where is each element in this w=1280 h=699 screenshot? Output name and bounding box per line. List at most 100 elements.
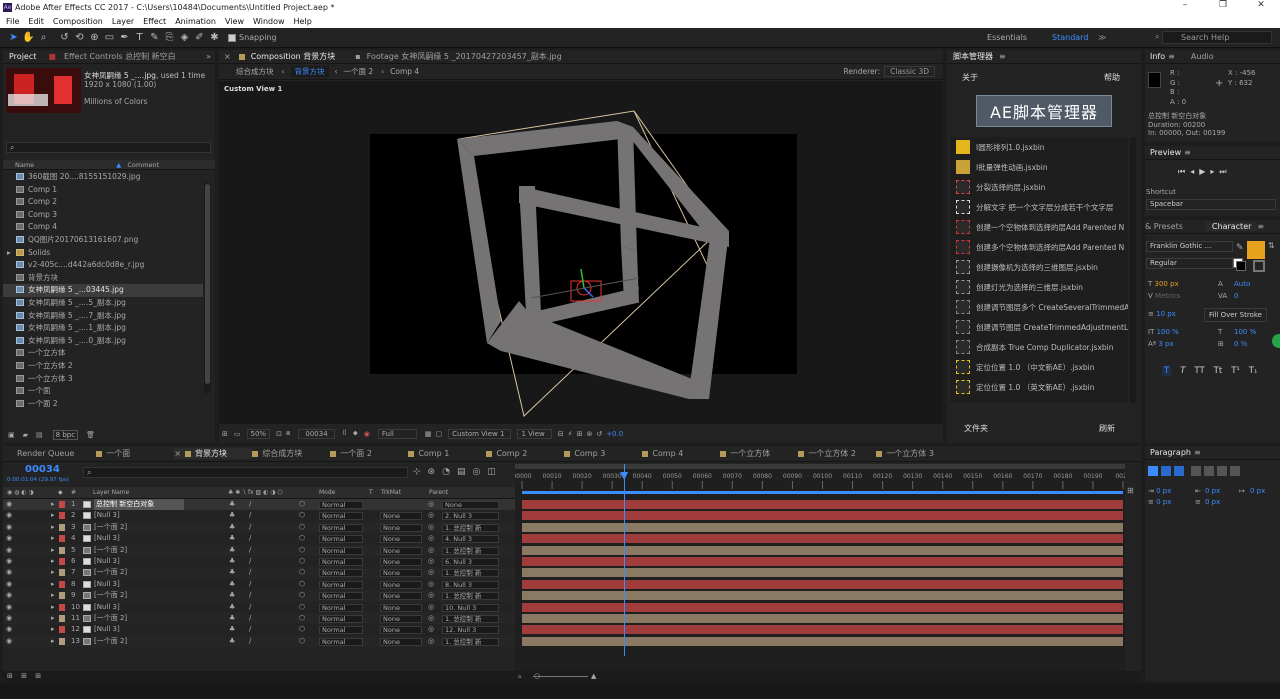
rectangle-tool-icon[interactable]: ▭ xyxy=(102,30,117,45)
close-tab-icon[interactable]: × xyxy=(174,449,181,458)
layer-duration-bar[interactable] xyxy=(522,568,1123,578)
y-axis-handle[interactable] xyxy=(580,268,585,289)
timeline-tab[interactable]: Comp 2 xyxy=(486,449,564,458)
parent-select[interactable]: 12. Null 3 xyxy=(442,626,499,635)
zoom-out-icon[interactable]: ▵ xyxy=(518,671,522,681)
workspace-standard[interactable]: Standard xyxy=(1052,33,1088,42)
crumb-2[interactable]: 一个面 2 xyxy=(344,66,374,77)
label-swatch[interactable] xyxy=(59,637,65,645)
layer-duration-bar[interactable] xyxy=(522,534,1123,544)
timeline-tab[interactable]: 一个面 xyxy=(96,448,174,459)
vertical-scale-value[interactable]: 100 % xyxy=(1157,328,1179,336)
bpc-toggle[interactable]: 8 bpc xyxy=(52,429,79,440)
timeline-tab[interactable]: × 背景方块 xyxy=(174,448,253,459)
blend-mode-select[interactable]: Normal xyxy=(319,558,363,566)
script-item[interactable]: 创建调节图层 CreateTrimmedAdjustmentLay xyxy=(950,317,1128,337)
project-search-input[interactable]: ⌕ xyxy=(6,142,211,153)
shy-switch-icon[interactable]: ♣ xyxy=(229,522,235,533)
blend-mode-select[interactable]: Normal xyxy=(319,637,363,646)
shy-switch-icon[interactable]: ♣ xyxy=(229,556,235,567)
brush-tool-icon[interactable]: ✎ xyxy=(147,30,162,45)
visibility-eye-icon[interactable]: ◉ xyxy=(6,567,12,578)
close-comp-tab-icon[interactable]: × xyxy=(224,52,231,61)
pick-whip-icon[interactable]: ◎ xyxy=(428,545,434,556)
motion-blur-icon[interactable]: ◎ xyxy=(472,467,487,477)
3d-layer-switch-icon[interactable]: ⬡ xyxy=(299,613,305,624)
layer-row[interactable]: ◉ ▸ 4 [Null 3] ♣ ∕ ⬡ Normal None ◎ 4. Null 3 xyxy=(3,533,518,545)
pick-whip-icon[interactable]: ◎ xyxy=(428,533,434,544)
expand-arrow-icon[interactable]: ▸ xyxy=(51,499,55,510)
shy-switch-icon[interactable]: ♣ xyxy=(229,602,235,613)
project-item[interactable]: Comp 4 xyxy=(3,221,203,234)
snapping-checkbox[interactable] xyxy=(228,33,236,42)
pick-whip-icon[interactable]: ◎ xyxy=(428,602,434,613)
layer-switches-icon[interactable]: ⊞ xyxy=(7,672,13,680)
refresh-button[interactable]: 刷新 xyxy=(1099,423,1115,434)
project-item[interactable]: Comp 2 xyxy=(3,196,203,209)
timeline-tab[interactable]: Comp 1 xyxy=(408,449,486,458)
puppet-pin-tool-icon[interactable]: ✱ xyxy=(207,30,222,45)
align-center-icon[interactable] xyxy=(1161,466,1171,476)
shy-switch-icon[interactable]: ♣ xyxy=(229,624,235,635)
timeline-icon[interactable]: ⊞ xyxy=(577,430,583,438)
tab-composition[interactable]: Composition 背景方块 xyxy=(245,51,342,62)
shy-switch-icon[interactable]: ♣ xyxy=(229,545,235,556)
small-caps-button[interactable]: Tt xyxy=(1214,366,1223,376)
renderer-select[interactable]: Classic 3D xyxy=(884,66,935,77)
parent-select[interactable]: 1. 总控制 新 xyxy=(442,592,499,601)
expand-arrow-icon[interactable]: ▸ xyxy=(51,510,55,521)
menu-help[interactable]: Help xyxy=(294,17,312,26)
script-item[interactable]: 创建灯光为选择的三维层.jsxbin xyxy=(950,277,1128,297)
parent-select[interactable]: 10. Null 3 xyxy=(442,603,499,612)
new-folder-icon[interactable]: ▰ xyxy=(23,431,28,439)
trash-icon[interactable]: 🗑 xyxy=(86,431,95,439)
menu-animation[interactable]: Animation xyxy=(175,17,216,26)
project-item[interactable]: 一个面 2 xyxy=(3,398,203,411)
tab-script-manager[interactable]: 脚本管理器 xyxy=(947,51,999,62)
quality-switch-icon[interactable]: ∕ xyxy=(249,590,251,601)
current-time-field[interactable]: 00034 xyxy=(298,428,335,439)
first-frame-icon[interactable]: ⏮ xyxy=(1178,167,1190,176)
3d-layer-switch-icon[interactable]: ⬡ xyxy=(299,522,305,533)
project-item[interactable]: 女神凤嗣缘 5 _....7_副本.jpg xyxy=(3,310,203,323)
fill-color-swatch[interactable] xyxy=(1247,241,1265,259)
shy-switch-icon[interactable]: ♣ xyxy=(229,636,235,647)
parent-select[interactable]: 8. Null 3 xyxy=(442,580,499,589)
flowchart-icon[interactable]: ⊛ xyxy=(586,430,592,438)
comp-button-icon[interactable]: ⊞ xyxy=(1127,486,1135,498)
in-out-icon[interactable]: ⊞ xyxy=(35,672,41,680)
tab-paragraph[interactable]: Paragraph xyxy=(1145,448,1194,457)
hand-tool-icon[interactable]: ✋ xyxy=(21,30,36,45)
3d-layer-switch-icon[interactable]: ⬡ xyxy=(299,533,305,544)
panel-menu-icon[interactable]: ≡ xyxy=(1184,148,1191,157)
shy-switch-icon[interactable]: ♣ xyxy=(229,510,235,521)
layer-row[interactable]: ◉ ▸ 3 [一个面 2] ♣ ∕ ⬡ Normal None ◎ 1. 总控制 新 xyxy=(3,521,518,534)
expand-arrow-icon[interactable]: ▸ xyxy=(51,624,55,635)
label-swatch[interactable] xyxy=(59,558,65,565)
layer-row[interactable]: ◉ ▸ 9 [一个面 2] ♣ ∕ ⬡ Normal None ◎ 1. 总控制 新 xyxy=(3,590,518,602)
3d-view-select[interactable]: Custom View 1 xyxy=(448,428,512,439)
pen-tool-icon[interactable]: ✒ xyxy=(117,30,132,45)
tsume-value[interactable]: 0 % xyxy=(1234,338,1247,350)
track-matte-select[interactable]: None xyxy=(380,615,422,623)
safe-zones-icon[interactable]: ⧈ xyxy=(286,429,290,438)
timeline-tab[interactable]: Comp 3 xyxy=(564,449,642,458)
visibility-eye-icon[interactable]: ◉ xyxy=(6,624,12,635)
pick-whip-icon[interactable]: ◎ xyxy=(428,590,434,601)
layer-name[interactable]: [Null 3] xyxy=(94,624,120,635)
visibility-eye-icon[interactable]: ◉ xyxy=(6,602,12,613)
layer-duration-bar[interactable] xyxy=(522,500,1123,509)
layer-name[interactable]: 总控制 新空白对象 xyxy=(94,499,185,511)
project-scrollbar[interactable] xyxy=(204,183,211,393)
track-matte-select[interactable]: None xyxy=(380,512,422,521)
zoom-tool-icon[interactable]: ⌕ xyxy=(36,30,51,45)
layer-name[interactable]: [一个面 2] xyxy=(94,522,127,533)
label-swatch[interactable] xyxy=(59,603,65,611)
track-matte-select[interactable]: None xyxy=(380,546,422,555)
blend-mode-select[interactable]: Normal xyxy=(319,523,363,532)
col-t[interactable]: T xyxy=(369,487,373,499)
font-style-select[interactable]: Regular xyxy=(1146,258,1233,269)
stroke-mode-select[interactable]: Fill Over Stroke xyxy=(1204,308,1267,322)
visibility-eye-icon[interactable]: ◉ xyxy=(6,510,12,521)
layer-duration-bar[interactable] xyxy=(522,602,1123,612)
